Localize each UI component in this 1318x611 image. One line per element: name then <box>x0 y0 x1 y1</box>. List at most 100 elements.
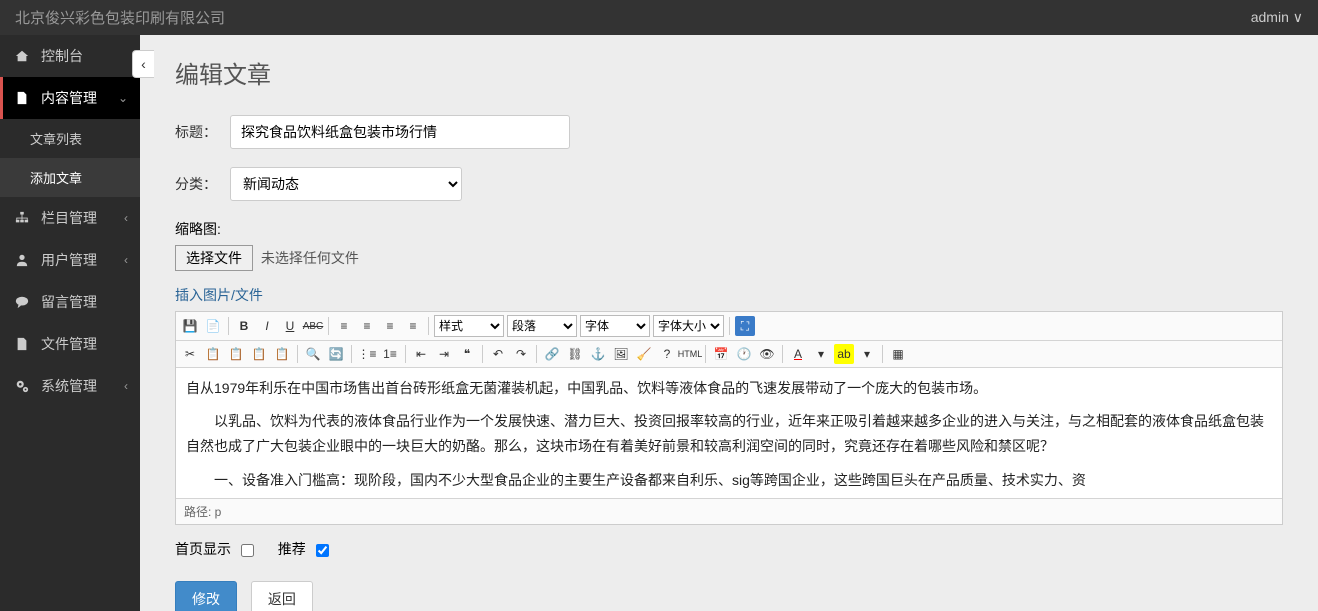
sidebar-item-files[interactable]: 文件管理 <box>0 323 140 365</box>
paste-text-icon[interactable]: 📋 <box>249 344 269 364</box>
date-icon[interactable]: 📅 <box>711 344 731 364</box>
bullet-list-icon[interactable]: ⋮≡ <box>357 344 377 364</box>
content-paragraph: 以乳品、饮料为代表的液体食品行业作为一个发展快速、潜力巨大、投资回报率较高的行业… <box>186 409 1272 459</box>
sidebar-sub-add-article[interactable]: 添加文章 <box>0 158 140 197</box>
cut-icon[interactable]: ✂ <box>180 344 200 364</box>
number-list-icon[interactable]: 1≡ <box>380 344 400 364</box>
save-icon[interactable]: 💾 <box>180 316 200 336</box>
newdoc-icon[interactable]: 📄 <box>203 316 223 336</box>
separator <box>882 345 883 363</box>
style-select[interactable]: 样式 <box>434 315 504 337</box>
sidebar-item-label: 留言管理 <box>41 292 128 312</box>
anchor-icon[interactable]: ⚓ <box>588 344 608 364</box>
user-name: admin <box>1251 9 1289 25</box>
preview-icon[interactable]: 👁 <box>757 344 777 364</box>
table-icon[interactable]: ▦ <box>888 344 908 364</box>
separator <box>482 345 483 363</box>
homepage-checkbox-label: 首页显示 <box>175 541 258 557</box>
sidebar-item-columns[interactable]: 栏目管理 ‹ <box>0 197 140 239</box>
align-right-icon[interactable]: ≡ <box>380 316 400 336</box>
choose-file-button[interactable]: 选择文件 <box>175 245 253 271</box>
recommend-checkbox-label: 推荐 <box>278 541 329 557</box>
chevron-left-icon: ‹ <box>141 56 146 72</box>
undo-icon[interactable]: ↶ <box>488 344 508 364</box>
cleanup-icon[interactable]: 🧹 <box>634 344 654 364</box>
page-title: 编辑文章 <box>175 55 1283 90</box>
sidebar-item-system[interactable]: 系统管理 ‹ <box>0 365 140 407</box>
forecolor-icon[interactable]: A <box>788 344 808 364</box>
sidebar-sub-articles[interactable]: 文章列表 <box>0 119 140 158</box>
dashboard-icon <box>15 49 31 63</box>
redo-icon[interactable]: ↷ <box>511 344 531 364</box>
backcolor-picker-icon[interactable]: ▾ <box>857 344 877 364</box>
recommend-checkbox[interactable] <box>316 544 329 557</box>
sidebar-item-label: 内容管理 <box>41 88 118 108</box>
unlink-icon[interactable]: ⛓ <box>565 344 585 364</box>
category-label: 分类： <box>175 174 230 194</box>
forecolor-picker-icon[interactable]: ▾ <box>811 344 831 364</box>
chevron-left-icon: ‹ <box>124 253 128 267</box>
format-select[interactable]: 段落 <box>507 315 577 337</box>
fontsize-select[interactable]: 字体大小 <box>653 315 724 337</box>
code-icon[interactable]: HTML <box>680 344 700 364</box>
italic-icon[interactable]: I <box>257 316 277 336</box>
help-icon[interactable]: ? <box>657 344 677 364</box>
separator <box>328 317 329 335</box>
sidebar-item-content[interactable]: 内容管理 ⌄ <box>0 77 140 119</box>
bold-icon[interactable]: B <box>234 316 254 336</box>
align-left-icon[interactable]: ≡ <box>334 316 354 336</box>
sidebar-item-users[interactable]: 用户管理 ‹ <box>0 239 140 281</box>
sidebar-item-label: 栏目管理 <box>41 208 124 228</box>
category-select[interactable]: 新闻动态 <box>230 167 462 201</box>
font-select[interactable]: 字体 <box>580 315 650 337</box>
homepage-label-text: 首页显示 <box>175 541 231 557</box>
comment-icon <box>15 295 31 309</box>
indent-icon[interactable]: ⇥ <box>434 344 454 364</box>
homepage-checkbox[interactable] <box>241 544 254 557</box>
underline-icon[interactable]: U <box>280 316 300 336</box>
replace-icon[interactable]: 🔄 <box>326 344 346 364</box>
sidebar-item-label: 用户管理 <box>41 250 124 270</box>
brand-title: 北京俊兴彩色包装印刷有限公司 <box>15 7 225 28</box>
editor-content[interactable]: 自从1979年利乐在中国市场售出首台砖形纸盒无菌灌装机起，中国乳品、饮料等液体食… <box>176 368 1282 498</box>
recommend-label-text: 推荐 <box>278 541 306 557</box>
chevron-left-icon: ‹ <box>124 379 128 393</box>
sidebar-item-console[interactable]: 控制台 <box>0 35 140 77</box>
outdent-icon[interactable]: ⇤ <box>411 344 431 364</box>
align-justify-icon[interactable]: ≡ <box>403 316 423 336</box>
gears-icon <box>15 379 31 393</box>
image-icon[interactable]: 🖼 <box>611 344 631 364</box>
separator <box>351 345 352 363</box>
sidebar-toggle[interactable]: ‹ <box>132 50 154 78</box>
sitemap-icon <box>15 211 31 225</box>
separator <box>782 345 783 363</box>
backcolor-icon[interactable]: ab <box>834 344 854 364</box>
chevron-left-icon: ‹ <box>124 211 128 225</box>
copy-icon[interactable]: 📋 <box>203 344 223 364</box>
user-menu[interactable]: admin ∨ <box>1251 9 1303 26</box>
content-paragraph: 一、设备准入门槛高：现阶段，国内不少大型食品企业的主要生产设备都来自利乐、sig… <box>186 468 1272 493</box>
paste-word-icon[interactable]: 📋 <box>272 344 292 364</box>
chevron-down-icon: ∨ <box>1293 9 1303 25</box>
fullscreen-icon[interactable]: ⛶ <box>735 316 755 336</box>
sidebar-item-label: 系统管理 <box>41 376 124 396</box>
align-center-icon[interactable]: ≡ <box>357 316 377 336</box>
separator <box>428 317 429 335</box>
time-icon[interactable]: 🕐 <box>734 344 754 364</box>
blockquote-icon[interactable]: ❝ <box>457 344 477 364</box>
insert-media-link[interactable]: 插入图片/文件 <box>175 285 263 305</box>
title-input[interactable] <box>230 115 570 149</box>
paste-icon[interactable]: 📋 <box>226 344 246 364</box>
sidebar-item-messages[interactable]: 留言管理 <box>0 281 140 323</box>
submit-button[interactable]: 修改 <box>175 581 237 611</box>
editor-path: 路径: p <box>176 498 1282 524</box>
strikethrough-icon[interactable]: ABC <box>303 316 323 336</box>
separator <box>705 345 706 363</box>
find-icon[interactable]: 🔍 <box>303 344 323 364</box>
sidebar-item-label: 文件管理 <box>41 334 128 354</box>
link-icon[interactable]: 🔗 <box>542 344 562 364</box>
title-label: 标题： <box>175 122 230 142</box>
separator <box>536 345 537 363</box>
back-button[interactable]: 返回 <box>251 581 313 611</box>
thumbnail-label: 缩略图: <box>175 221 221 237</box>
